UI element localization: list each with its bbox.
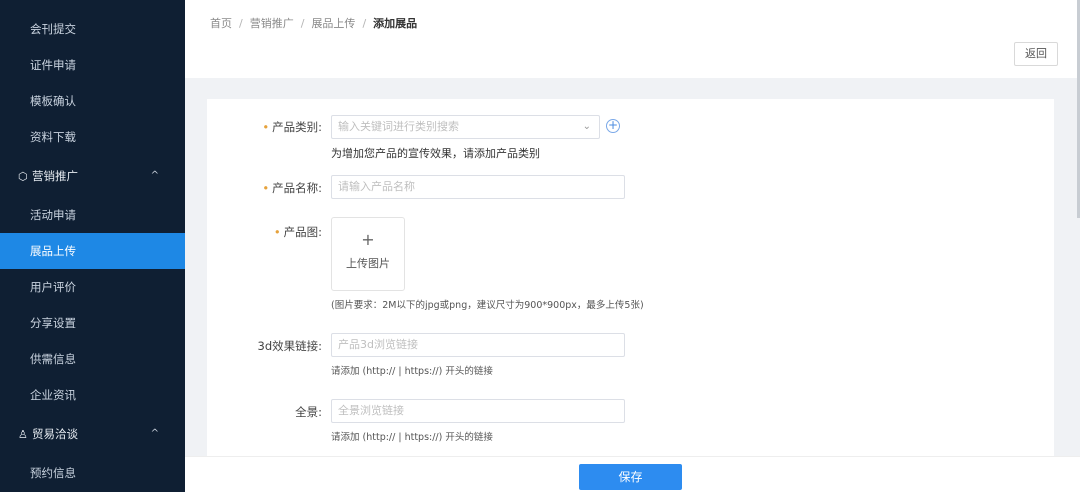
- link3d-hint: 请添加 (http:// | https://) 开头的链接: [331, 366, 493, 377]
- sidebar-item-share-settings[interactable]: 分享设置: [0, 305, 185, 341]
- footer-bar: 保存: [185, 456, 1080, 492]
- back-button[interactable]: 返回: [1014, 42, 1058, 66]
- required-mark: •: [262, 120, 270, 134]
- category-hint: 为增加您产品的宣传效果，请添加产品类别: [331, 147, 540, 160]
- breadcrumb-marketing[interactable]: 营销推广: [250, 17, 294, 30]
- link3d-label: 3d效果链接:: [257, 339, 323, 353]
- breadcrumb: 首页 / 营销推广 / 展品上传 / 添加展品: [210, 15, 417, 31]
- sidebar-item-user-reviews[interactable]: 用户评价: [0, 269, 185, 305]
- chevron-up-icon: ^: [150, 170, 159, 181]
- chevron-up-icon: ^: [150, 428, 159, 439]
- breadcrumb-separator: /: [362, 17, 367, 30]
- sidebar-item-template-confirm[interactable]: 模板确认: [0, 83, 185, 119]
- category-label: • 产品类别:: [247, 119, 322, 135]
- name-placeholder: 请输入产品名称: [338, 180, 415, 193]
- sidebar-item-exhibit-upload[interactable]: 展品上传: [0, 233, 185, 269]
- link3d-placeholder: 产品3d浏览链接: [338, 338, 418, 351]
- category-select[interactable]: 输入关键词进行类别搜索 ⌄: [331, 115, 600, 139]
- sidebar-item-supply-demand[interactable]: 供需信息: [0, 341, 185, 377]
- sidebar-item-activity-apply[interactable]: 活动申请: [0, 197, 185, 233]
- breadcrumb-home[interactable]: 首页: [210, 17, 232, 30]
- plus-icon: +: [361, 230, 375, 249]
- add-category-button[interactable]: +: [606, 119, 620, 133]
- required-mark: •: [262, 181, 270, 195]
- panorama-input[interactable]: 全景浏览链接: [331, 399, 625, 423]
- cube-icon: ⬡: [18, 170, 28, 183]
- category-placeholder: 输入关键词进行类别搜索: [338, 120, 459, 133]
- sidebar-item-appointments[interactable]: 预约信息: [0, 455, 185, 491]
- breadcrumb-separator: /: [300, 17, 305, 30]
- form-panel: • 产品类别: 输入关键词进行类别搜索 ⌄ + 为增加您产品的宣传效果，请添加产品…: [207, 99, 1054, 459]
- sidebar-group-label: 营销推广: [32, 169, 78, 183]
- upload-label: 上传图片: [346, 257, 390, 270]
- sidebar-group-marketing[interactable]: ⬡ 营销推广 ^: [0, 158, 185, 194]
- name-label-text: 产品名称:: [272, 181, 322, 195]
- link3d-input[interactable]: 产品3d浏览链接: [331, 333, 625, 357]
- sidebar-item-journal-submit[interactable]: 会刊提交: [0, 11, 185, 47]
- breadcrumb-exhibit-upload[interactable]: 展品上传: [311, 17, 355, 30]
- breadcrumb-separator: /: [239, 17, 243, 30]
- panorama-label: 全景:: [295, 405, 322, 419]
- panorama-placeholder: 全景浏览链接: [338, 404, 404, 417]
- sidebar-item-certificate-apply[interactable]: 证件申请: [0, 47, 185, 83]
- name-label: • 产品名称:: [247, 180, 322, 196]
- sidebar: 会刊提交 证件申请 模板确认 资料下载 ⬡ 营销推广 ^ 活动申请 展品上传 用户…: [0, 0, 185, 492]
- product-name-input[interactable]: 请输入产品名称: [331, 175, 625, 199]
- sidebar-group-label: 贸易洽谈: [32, 427, 78, 441]
- chevron-down-icon: ⌄: [582, 121, 591, 132]
- category-label-text: 产品类别:: [272, 120, 322, 134]
- page-header: 首页 / 营销推广 / 展品上传 / 添加展品 返回: [185, 0, 1080, 78]
- image-label: • 产品图:: [247, 224, 322, 240]
- sidebar-item-company-news[interactable]: 企业资讯: [0, 377, 185, 413]
- image-label-text: 产品图:: [283, 225, 322, 239]
- required-mark: •: [273, 225, 281, 239]
- panorama-hint: 请添加 (http:// | https://) 开头的链接: [331, 432, 493, 443]
- user-icon: ♙: [18, 428, 28, 441]
- save-button[interactable]: 保存: [579, 464, 682, 490]
- upload-image-button[interactable]: + 上传图片: [331, 217, 405, 291]
- sidebar-group-trade[interactable]: ♙ 贸易洽谈 ^: [0, 416, 185, 452]
- image-requirements-hint: (图片要求：2M以下的jpg或png，建议尺寸为900*900px，最多上传5张…: [331, 300, 644, 311]
- sidebar-item-downloads[interactable]: 资料下载: [0, 119, 185, 155]
- breadcrumb-current: 添加展品: [373, 17, 418, 30]
